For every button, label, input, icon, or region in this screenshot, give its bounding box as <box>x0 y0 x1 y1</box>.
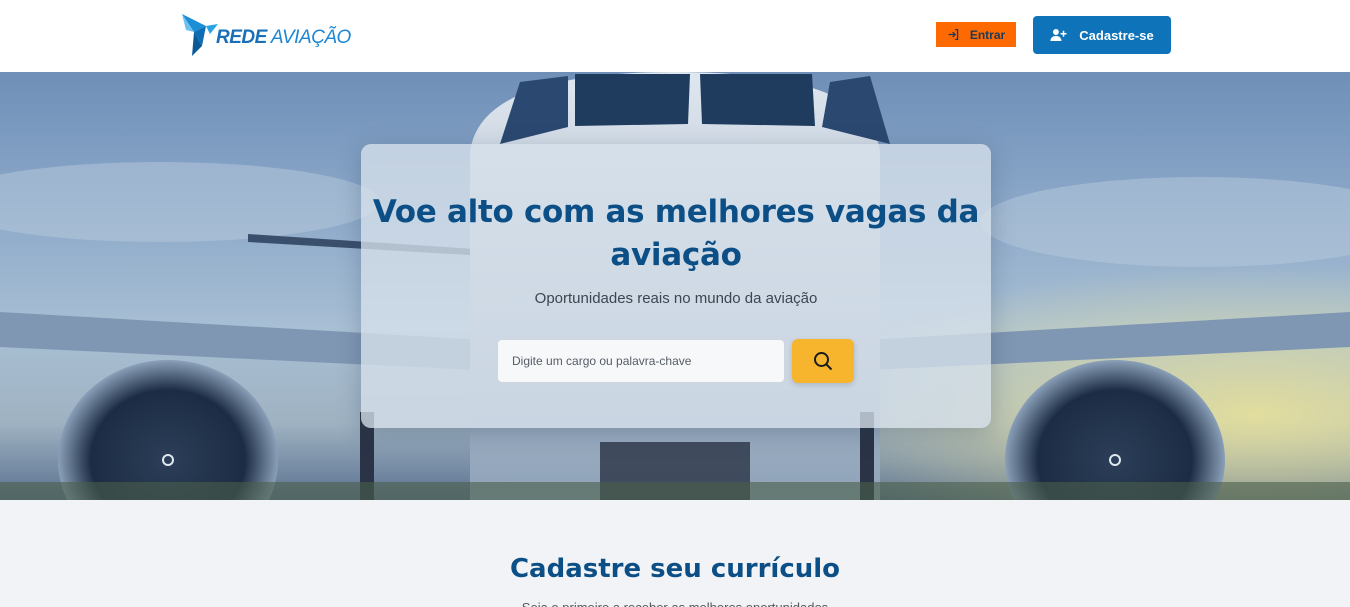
section-title: Cadastre seu currículo <box>509 554 841 584</box>
hero-card: Voe alto com as melhores vagas da aviaçã… <box>361 144 991 428</box>
login-icon <box>948 28 959 41</box>
search-icon <box>814 352 833 371</box>
signup-label: Cadastre-se <box>1079 27 1154 43</box>
brand-logo[interactable]: REDE AVIAÇÃO <box>180 12 351 58</box>
add-user-icon <box>1050 29 1067 41</box>
site-header: REDE AVIAÇÃO Entrar Cadastre-se <box>0 0 1350 72</box>
hero-banner: Voe alto com as melhores vagas da aviaçã… <box>0 72 1350 500</box>
hero-subtitle: Oportunidades reais no mundo da aviação <box>534 290 818 307</box>
hero-title: Voe alto com as melhores vagas da aviaçã… <box>372 194 980 273</box>
login-label: Entrar <box>969 27 1006 42</box>
section-subtitle: Seja o primeiro a receber as melhores op… <box>0 598 1350 607</box>
bird-logo-icon <box>182 14 218 56</box>
search-button[interactable] <box>792 339 854 383</box>
job-search-input[interactable] <box>497 339 785 383</box>
signup-button[interactable]: Cadastre-se <box>1033 16 1171 54</box>
login-button[interactable]: Entrar <box>936 22 1016 47</box>
resume-section: Cadastre seu currículo Seja o primeiro a… <box>0 500 1350 607</box>
brand-name: REDE AVIAÇÃO <box>216 27 351 48</box>
